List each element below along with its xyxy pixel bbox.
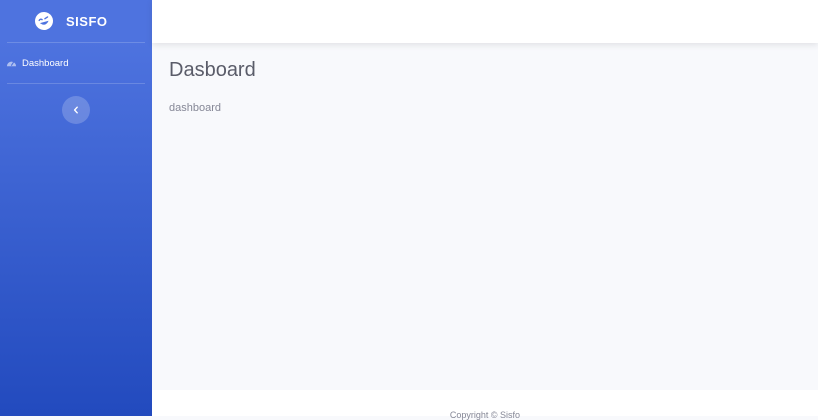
main-content: Dasboard dashboard	[152, 43, 818, 390]
sidebar-toggle-button[interactable]	[62, 96, 90, 124]
topbar	[152, 0, 818, 43]
sidebar-brand[interactable]: SISFO	[0, 0, 152, 42]
laugh-wink-icon	[32, 9, 56, 33]
tachometer-icon	[6, 58, 17, 69]
sidebar: SISFO Dashboard	[0, 0, 152, 416]
chevron-left-icon	[72, 103, 80, 117]
sidebar-item-dashboard[interactable]: Dashboard	[0, 43, 152, 83]
brand-name: SISFO	[66, 13, 108, 29]
footer: Copyright © Sisfo	[152, 390, 818, 420]
page-title: Dasboard	[169, 59, 256, 81]
sidebar-item-label: Dashboard	[22, 57, 69, 69]
footer-copyright: Copyright © Sisfo	[449, 410, 521, 420]
page-text: dashboard	[169, 102, 221, 114]
